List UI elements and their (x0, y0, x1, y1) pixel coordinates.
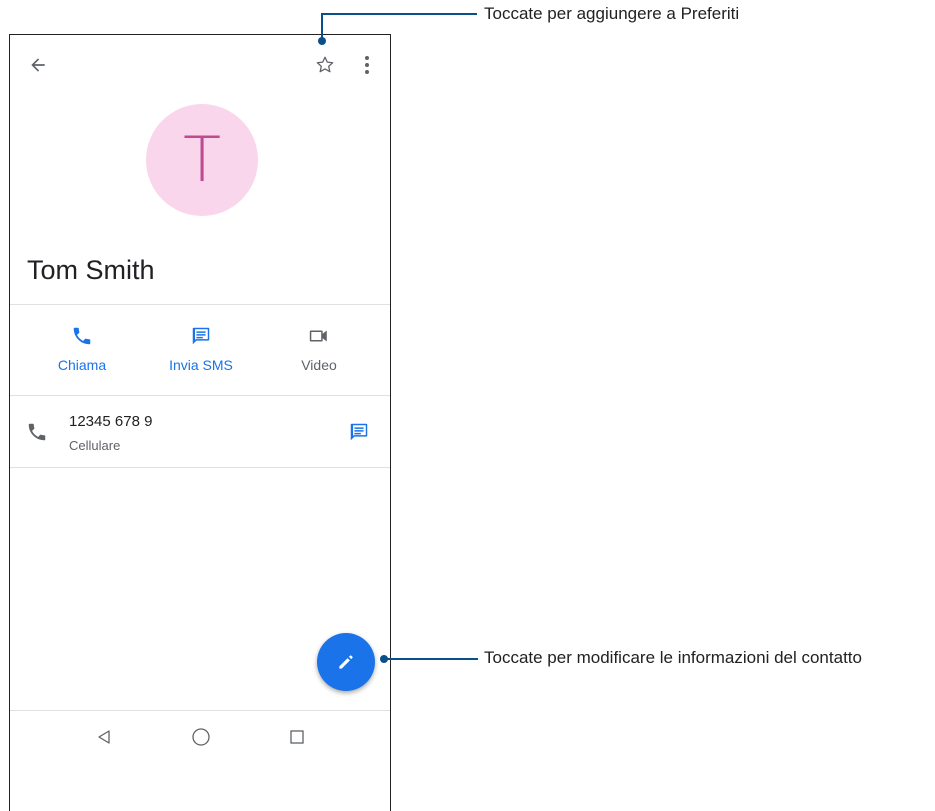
phone-type: Cellulare (69, 438, 121, 453)
phone-icon (24, 419, 50, 445)
message-icon (192, 327, 210, 345)
avatar: T (146, 104, 258, 216)
back-nav-icon[interactable] (92, 725, 116, 749)
nav-divider (10, 710, 390, 711)
star-icon[interactable] (309, 49, 341, 81)
sms-action-button[interactable]: Invia SMS (153, 325, 249, 373)
contact-screen: T Tom Smith Chiama Invia SMS Video 12345… (9, 34, 391, 811)
avatar-letter: T (183, 123, 221, 196)
home-nav-icon[interactable] (188, 724, 214, 750)
recents-nav-icon[interactable] (285, 725, 309, 749)
edit-callout-line (386, 658, 478, 660)
pencil-icon (339, 655, 353, 669)
video-action-button[interactable]: Video (271, 325, 367, 373)
edit-contact-button[interactable] (317, 633, 375, 691)
phone-icon (73, 327, 91, 345)
favorite-callout-text: Toccate per aggiungere a Preferiti (484, 4, 740, 23)
video-action-label: Video (301, 357, 337, 373)
favorite-callout-line (321, 13, 477, 15)
video-icon (309, 330, 327, 342)
phone-number: 12345 678 9 (69, 413, 153, 430)
edit-callout-text: Toccate per modificare le informazioni d… (484, 648, 862, 667)
divider (10, 304, 390, 305)
divider (10, 395, 390, 396)
divider (10, 467, 390, 468)
back-arrow-icon[interactable] (22, 49, 54, 81)
call-action-label: Chiama (57, 357, 107, 373)
sms-action-label: Invia SMS (169, 357, 233, 373)
favorite-callout-dot (318, 37, 326, 45)
message-icon[interactable] (345, 419, 373, 445)
call-action-button[interactable]: Chiama (34, 325, 130, 373)
more-options-icon[interactable] (355, 49, 379, 81)
contact-name: Tom Smith (27, 255, 155, 285)
